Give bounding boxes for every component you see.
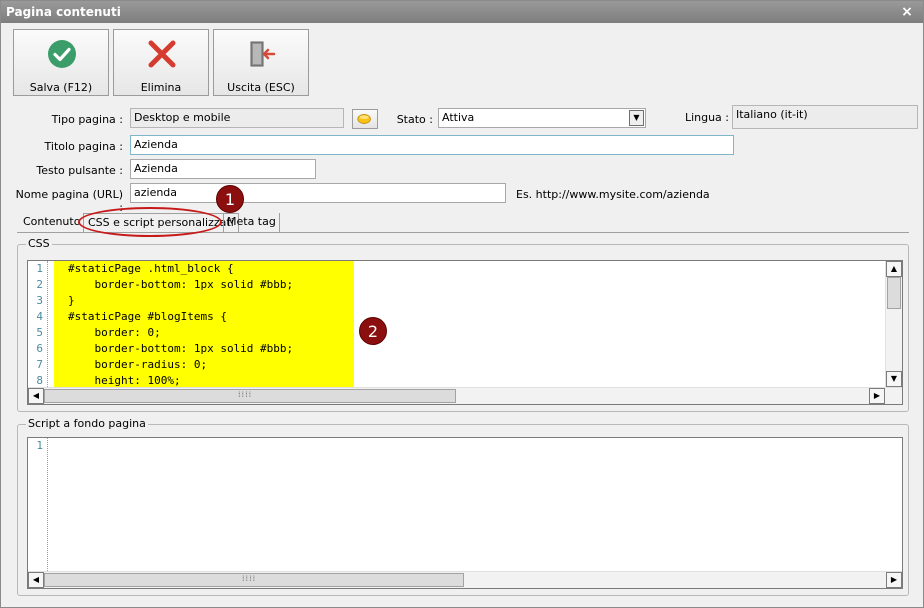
scroll-thumb[interactable] [887, 277, 901, 309]
scroll-grip-icon: ⁞⁞⁞⁞ [238, 390, 253, 399]
toggle-icon [357, 114, 371, 124]
code-line: border-radius: 0; [68, 358, 208, 371]
tipo-pagina-label: Tipo pagina : [51, 113, 123, 126]
nome-pagina-input[interactable]: azienda [130, 183, 506, 203]
code-line: border-bottom: 1px solid #bbb; [68, 278, 294, 291]
title-bar: Pagina contenuti × [1, 1, 923, 23]
code-line: } [68, 294, 75, 307]
scroll-left-icon[interactable]: ◀ [28, 388, 44, 404]
exit-button-label: Uscita (ESC) [227, 81, 295, 94]
css-line-numbers: 1 2 3 4 5 6 7 8 [28, 261, 48, 387]
delete-button[interactable]: Elimina [113, 29, 209, 96]
scroll-up-icon[interactable]: ▲ [886, 261, 902, 277]
titolo-pagina-input[interactable]: Azienda [130, 135, 734, 155]
lingua-field: Italiano (it-it) [732, 105, 918, 129]
script-horizontal-scrollbar[interactable]: ◀ ⁞⁞⁞⁞ ▶ [28, 571, 902, 588]
close-icon[interactable]: × [899, 1, 915, 23]
exit-button[interactable]: Uscita (ESC) [213, 29, 309, 96]
tab-meta-tag[interactable]: Meta tag [223, 213, 280, 233]
scroll-left-icon[interactable]: ◀ [28, 572, 44, 588]
testo-pulsante-input[interactable]: Azienda [130, 159, 316, 179]
save-button-label: Salva (F12) [29, 81, 93, 94]
scroll-down-icon[interactable]: ▼ [886, 371, 902, 387]
annotation-badge-1: 1 [216, 185, 244, 213]
stato-label: Stato : [396, 113, 433, 126]
tipo-pagina-field: Desktop e mobile [130, 108, 344, 128]
annotation-badge-2: 2 [359, 317, 387, 345]
css-code-highlight: #staticPage .html_block { border-bottom:… [54, 261, 354, 387]
css-vertical-scrollbar[interactable]: ▲ ▼ [885, 261, 902, 387]
annotation-ellipse [78, 207, 222, 237]
lingua-label: Lingua : [684, 111, 729, 124]
line-number: 5 [36, 326, 43, 339]
testo-pulsante-label: Testo pulsante : [36, 164, 123, 177]
window: Pagina contenuti × Salva (F12) Elimina U… [0, 0, 924, 608]
code-line: border: 0; [68, 326, 161, 339]
scroll-right-icon[interactable]: ▶ [886, 572, 902, 588]
save-button[interactable]: Salva (F12) [13, 29, 109, 96]
red-x-icon [148, 40, 176, 68]
css-editor[interactable]: 1 2 3 4 5 6 7 8 #staticPage .html_block … [27, 260, 903, 405]
checkmark-circle-icon [48, 40, 76, 68]
chevron-down-icon[interactable]: ▼ [629, 110, 644, 126]
scroll-grip-icon: ⁞⁞⁞⁞ [242, 574, 257, 583]
line-number: 1 [36, 262, 43, 275]
delete-button-label: Elimina [140, 81, 182, 94]
code-line: #staticPage #blogItems { [68, 310, 227, 323]
line-number: 2 [36, 278, 43, 291]
stato-select[interactable]: Attiva ▼ [438, 108, 646, 128]
code-line: #staticPage .html_block { [68, 262, 234, 275]
code-line: border-bottom: 1px solid #bbb; [68, 342, 294, 355]
url-example-text: Es. http://www.mysite.com/azienda [516, 188, 710, 201]
tab-contenuto[interactable]: Contenuto [19, 213, 84, 233]
script-group-title: Script a fondo pagina [26, 417, 148, 430]
window-title: Pagina contenuti [6, 5, 121, 19]
line-number: 6 [36, 342, 43, 355]
css-horizontal-scrollbar[interactable]: ◀ ⁞⁞⁞⁞ ▶ [28, 387, 902, 404]
line-number: 3 [36, 294, 43, 307]
line-number: 4 [36, 310, 43, 323]
tipo-pagina-picker-button[interactable] [352, 109, 378, 129]
script-line-numbers: 1 [28, 438, 48, 571]
script-editor[interactable]: 1 ◀ ⁞⁞⁞⁞ ▶ [27, 437, 903, 589]
stato-select-value: Attiva [442, 111, 475, 124]
titolo-pagina-label: Titolo pagina : [44, 140, 123, 153]
line-number: 1 [36, 439, 43, 452]
line-number: 7 [36, 358, 43, 371]
door-exit-icon [250, 41, 276, 67]
css-group-title: CSS [26, 237, 52, 250]
scroll-right-icon[interactable]: ▶ [869, 388, 885, 404]
